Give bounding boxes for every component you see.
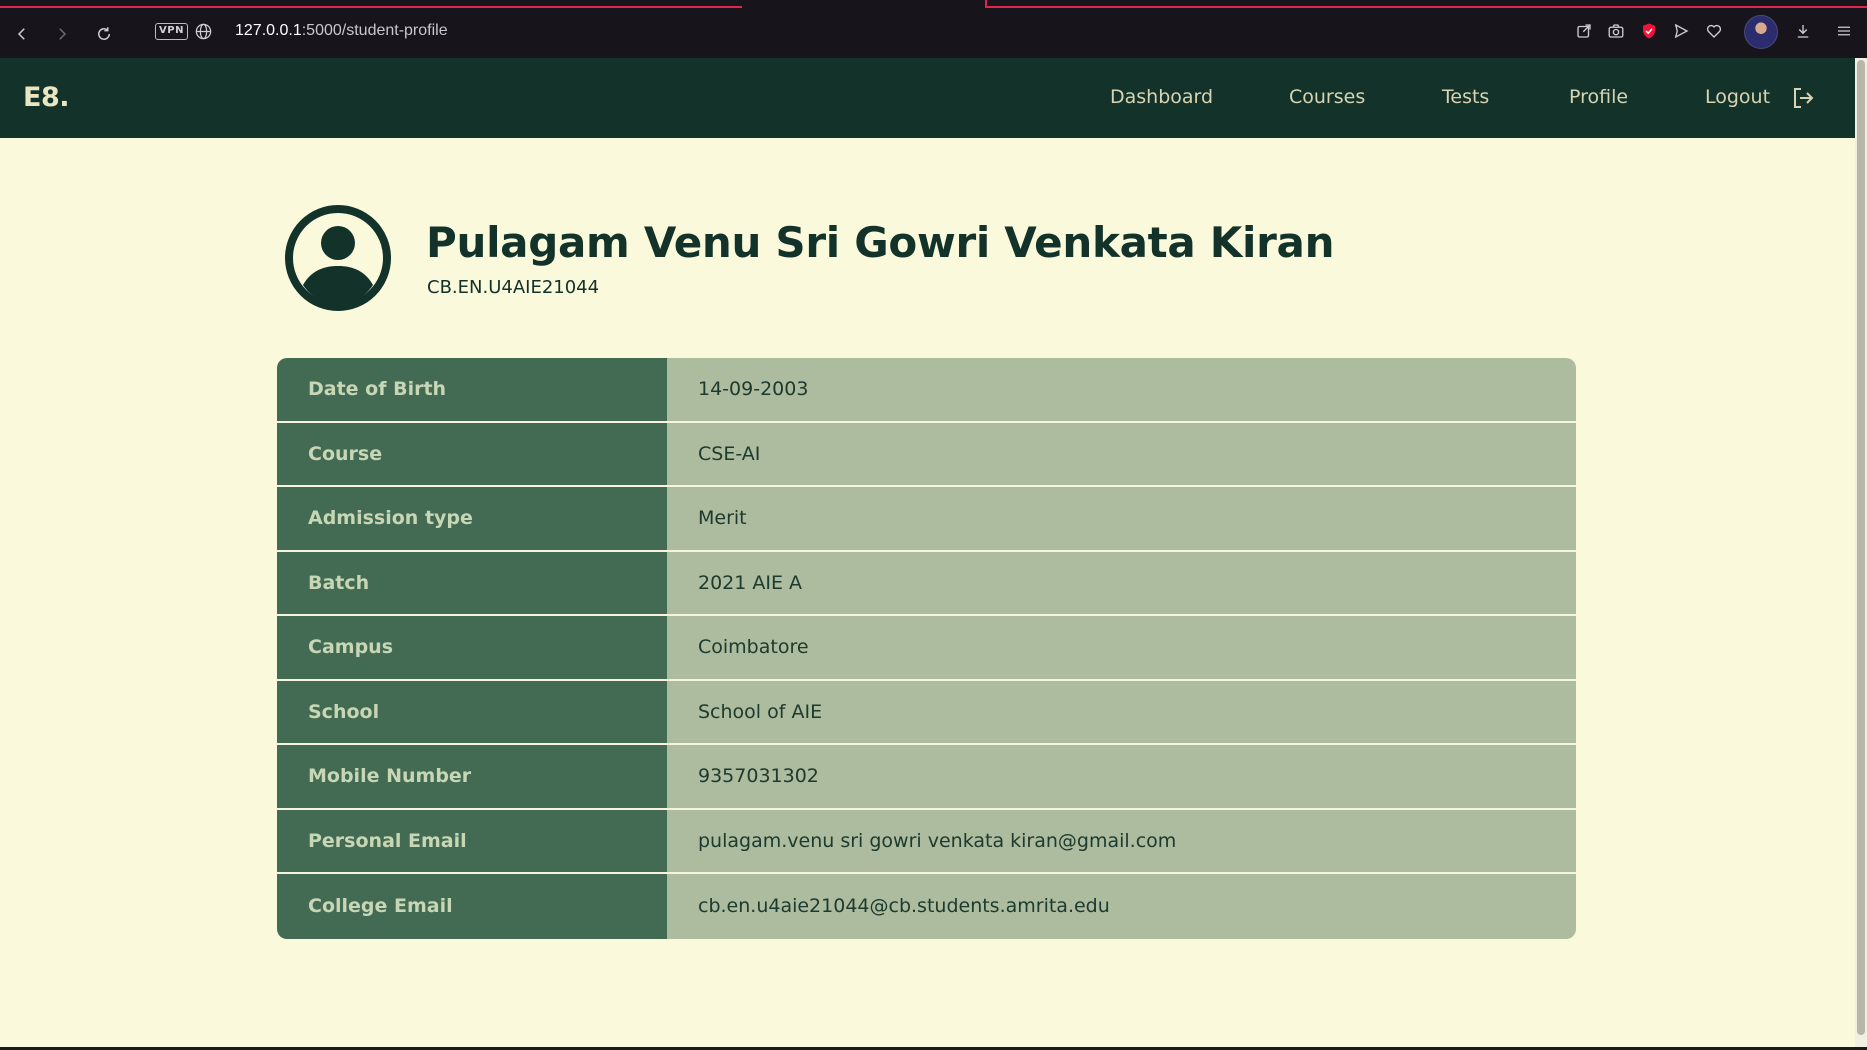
- heart-icon[interactable]: [1704, 21, 1724, 41]
- profile-details-table: Date of Birth 14-09-2003 Course CSE-AI A…: [277, 358, 1576, 939]
- field-label: Admission type: [277, 487, 667, 550]
- vpn-badge[interactable]: VPN: [155, 23, 188, 40]
- reload-icon: [98, 27, 110, 40]
- back-button[interactable]: [8, 20, 36, 48]
- field-value: School of AIE: [667, 680, 1576, 743]
- field-value: cb.en.u4aie21044@cb.students.amrita.edu: [667, 874, 1576, 939]
- field-value: 14-09-2003: [667, 358, 1576, 421]
- field-value: CSE-AI: [667, 422, 1576, 485]
- camera-icon[interactable]: [1606, 21, 1626, 41]
- globe-icon[interactable]: [194, 22, 213, 41]
- scrollbar-thumb[interactable]: [1857, 60, 1865, 1035]
- field-label: School: [277, 680, 667, 743]
- url-host: 127.0.0.1: [235, 22, 302, 39]
- table-row: Admission type Merit: [277, 487, 1576, 552]
- student-name: Pulagam Venu Sri Gowri Venkata Kiran: [426, 218, 1335, 267]
- user-avatar-icon: [285, 205, 391, 311]
- table-row: Date of Birth 14-09-2003: [277, 358, 1576, 423]
- browser-toolbar: VPN 127.0.0.1:5000/student-profile: [0, 0, 1867, 58]
- field-label: Campus: [277, 616, 667, 679]
- field-label: Personal Email: [277, 809, 667, 872]
- field-label: Batch: [277, 551, 667, 614]
- chevron-right-icon: [59, 28, 67, 40]
- address-bar[interactable]: 127.0.0.1:5000/student-profile: [235, 22, 448, 40]
- menu-icon[interactable]: [1834, 21, 1854, 41]
- field-value: Merit: [667, 487, 1576, 550]
- roll-number: CB.EN.U4AIE21044: [427, 277, 600, 298]
- field-label: College Email: [277, 874, 667, 939]
- profile-avatar[interactable]: [1744, 15, 1778, 49]
- tab-indicator: [985, 0, 1867, 8]
- table-row: Personal Email pulagam.venu sri gowri ve…: [277, 809, 1576, 874]
- table-row: Batch 2021 AIE A: [277, 551, 1576, 616]
- nav-dashboard[interactable]: Dashboard: [1110, 86, 1213, 108]
- nav-logout[interactable]: Logout: [1705, 86, 1770, 108]
- brand-logo[interactable]: E8.: [23, 82, 70, 113]
- field-value: Coimbatore: [667, 616, 1576, 679]
- chevron-left-icon: [17, 28, 25, 40]
- site-navbar: E8. Dashboard Courses Tests Profile Logo…: [0, 58, 1855, 138]
- reload-button[interactable]: [90, 20, 118, 48]
- table-row: Mobile Number 9357031302: [277, 745, 1576, 810]
- field-value: 2021 AIE A: [667, 551, 1576, 614]
- field-label: Date of Birth: [277, 358, 667, 421]
- send-icon[interactable]: [1671, 21, 1691, 41]
- nav-courses[interactable]: Courses: [1289, 86, 1365, 108]
- field-label: Mobile Number: [277, 745, 667, 808]
- field-value: pulagam.venu sri gowri venkata kiran@gma…: [667, 809, 1576, 872]
- field-value: 9357031302: [667, 745, 1576, 808]
- table-row: Campus Coimbatore: [277, 616, 1576, 681]
- download-icon[interactable]: [1793, 21, 1813, 41]
- table-row: Course CSE-AI: [277, 422, 1576, 487]
- shield-icon[interactable]: [1639, 21, 1659, 41]
- field-label: Course: [277, 422, 667, 485]
- logout-icon[interactable]: [1791, 86, 1815, 110]
- table-row: School School of AIE: [277, 680, 1576, 745]
- share-icon[interactable]: [1574, 21, 1594, 41]
- nav-profile[interactable]: Profile: [1569, 86, 1628, 108]
- nav-tests[interactable]: Tests: [1442, 86, 1489, 108]
- table-row: College Email cb.en.u4aie21044@cb.studen…: [277, 874, 1576, 939]
- url-path: :5000/student-profile: [301, 22, 448, 39]
- tab-indicator: [0, 0, 742, 8]
- forward-button[interactable]: [48, 20, 76, 48]
